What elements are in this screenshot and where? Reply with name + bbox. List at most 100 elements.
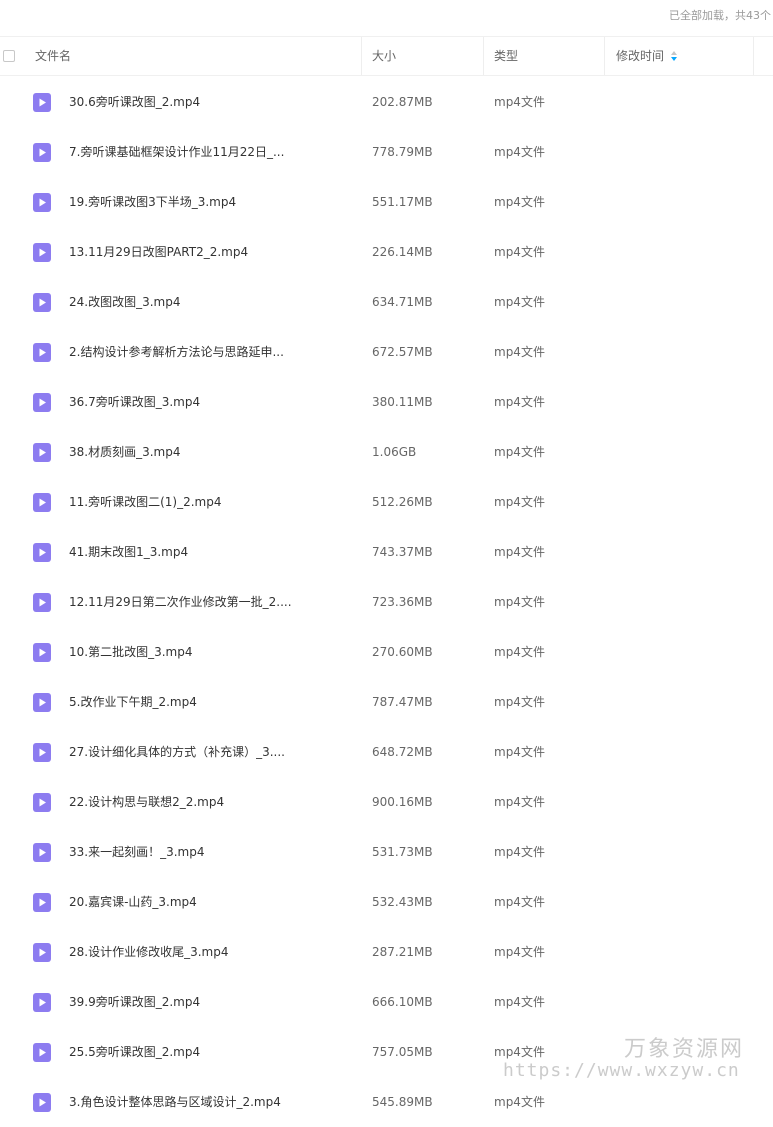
- file-size: 672.57MB: [372, 345, 433, 359]
- table-row[interactable]: 10.第二批改图_3.mp4 270.60MB mp4文件: [0, 627, 773, 677]
- file-type: mp4文件: [494, 195, 545, 209]
- video-file-icon: [33, 443, 51, 462]
- file-name[interactable]: 36.7旁听课改图_3.mp4: [69, 377, 200, 427]
- table-row[interactable]: 19.旁听课改图3下半场_3.mp4 551.17MB mp4文件: [0, 177, 773, 227]
- file-size: 743.37MB: [372, 545, 433, 559]
- column-name-label: 文件名: [35, 49, 72, 63]
- file-name[interactable]: 11.旁听课改图二(1)_2.mp4: [69, 477, 221, 527]
- load-status: 已全部加载，共43个: [669, 9, 771, 22]
- file-size: 202.87MB: [372, 95, 433, 109]
- video-file-icon: [33, 1043, 51, 1062]
- file-type: mp4文件: [494, 445, 545, 459]
- file-name[interactable]: 13.11月29日改图PART2_2.mp4: [69, 227, 248, 277]
- file-name[interactable]: 25.5旁听课改图_2.mp4: [69, 1027, 200, 1077]
- table-row[interactable]: 36.7旁听课改图_3.mp4 380.11MB mp4文件: [0, 377, 773, 427]
- file-type: mp4文件: [494, 145, 545, 159]
- table-row[interactable]: 2.结构设计参考解析方法论与思路延申... 672.57MB mp4文件: [0, 327, 773, 377]
- table-row[interactable]: 38.材质刻画_3.mp4 1.06GB mp4文件: [0, 427, 773, 477]
- video-file-icon: [33, 943, 51, 962]
- file-name[interactable]: 3.角色设计整体思路与区域设计_2.mp4: [69, 1077, 281, 1127]
- file-name[interactable]: 39.9旁听课改图_2.mp4: [69, 977, 200, 1027]
- file-name[interactable]: 20.嘉宾课-山药_3.mp4: [69, 877, 197, 927]
- table-row[interactable]: 5.改作业下午期_2.mp4 787.47MB mp4文件: [0, 677, 773, 727]
- table-row[interactable]: 33.来一起刻画！_3.mp4 531.73MB mp4文件: [0, 827, 773, 877]
- file-size: 648.72MB: [372, 745, 433, 759]
- table-row[interactable]: 39.9旁听课改图_2.mp4 666.10MB mp4文件: [0, 977, 773, 1027]
- file-type: mp4文件: [494, 295, 545, 309]
- file-name[interactable]: 28.设计作业修改收尾_3.mp4: [69, 927, 228, 977]
- video-file-icon: [33, 693, 51, 712]
- file-type: mp4文件: [494, 845, 545, 859]
- table-row[interactable]: 20.嘉宾课-山药_3.mp4 532.43MB mp4文件: [0, 877, 773, 927]
- table-row[interactable]: 24.改图改图_3.mp4 634.71MB mp4文件: [0, 277, 773, 327]
- file-name[interactable]: 5.改作业下午期_2.mp4: [69, 677, 197, 727]
- video-file-icon: [33, 543, 51, 562]
- file-size: 634.71MB: [372, 295, 433, 309]
- file-name[interactable]: 38.材质刻画_3.mp4: [69, 427, 180, 477]
- video-file-icon: [33, 93, 51, 112]
- column-size-label: 大小: [372, 49, 397, 63]
- video-file-icon: [33, 593, 51, 612]
- video-file-icon: [33, 343, 51, 362]
- file-type: mp4文件: [494, 395, 545, 409]
- file-name[interactable]: 33.来一起刻画！_3.mp4: [69, 827, 204, 877]
- file-type: mp4文件: [494, 245, 545, 259]
- file-name[interactable]: 2.结构设计参考解析方法论与思路延申...: [69, 327, 284, 377]
- file-name[interactable]: 19.旁听课改图3下半场_3.mp4: [69, 177, 236, 227]
- table-row[interactable]: 22.设计构思与联想2_2.mp4 900.16MB mp4文件: [0, 777, 773, 827]
- file-type: mp4文件: [494, 1095, 545, 1109]
- file-name[interactable]: 22.设计构思与联想2_2.mp4: [69, 777, 224, 827]
- table-row[interactable]: 3.角色设计整体思路与区域设计_2.mp4 545.89MB mp4文件: [0, 1077, 773, 1127]
- file-name[interactable]: 12.11月29日第二次作业修改第一批_2....: [69, 577, 292, 627]
- watermark-title: 万象资源网: [624, 1037, 745, 1062]
- file-type: mp4文件: [494, 495, 545, 509]
- file-name[interactable]: 24.改图改图_3.mp4: [69, 277, 180, 327]
- video-file-icon: [33, 793, 51, 812]
- file-list-header: 文件名 大小 类型 修改时间: [0, 36, 773, 76]
- file-name[interactable]: 30.6旁听课改图_2.mp4: [69, 77, 200, 127]
- file-size: 723.36MB: [372, 595, 433, 609]
- video-file-icon: [33, 643, 51, 662]
- file-type: mp4文件: [494, 95, 545, 109]
- video-file-icon: [33, 193, 51, 212]
- file-size: 531.73MB: [372, 845, 433, 859]
- file-type: mp4文件: [494, 945, 545, 959]
- video-file-icon: [33, 843, 51, 862]
- file-type: mp4文件: [494, 695, 545, 709]
- table-row[interactable]: 11.旁听课改图二(1)_2.mp4 512.26MB mp4文件: [0, 477, 773, 527]
- file-name[interactable]: 27.设计细化具体的方式（补充课）_3....: [69, 727, 285, 777]
- table-row[interactable]: 12.11月29日第二次作业修改第一批_2.... 723.36MB mp4文件: [0, 577, 773, 627]
- file-type: mp4文件: [494, 345, 545, 359]
- table-row[interactable]: 27.设计细化具体的方式（补充课）_3.... 648.72MB mp4文件: [0, 727, 773, 777]
- column-mtime-text: 修改时间: [616, 49, 665, 63]
- video-file-icon: [33, 993, 51, 1012]
- column-type-cell[interactable]: 类型: [484, 37, 605, 75]
- file-size: 270.60MB: [372, 645, 433, 659]
- video-file-icon: [33, 243, 51, 262]
- file-type: mp4文件: [494, 545, 545, 559]
- file-size: 532.43MB: [372, 895, 433, 909]
- file-size: 512.26MB: [372, 495, 433, 509]
- file-size: 380.11MB: [372, 395, 433, 409]
- column-name-cell[interactable]: 文件名: [0, 37, 362, 75]
- table-row[interactable]: 30.6旁听课改图_2.mp4 202.87MB mp4文件: [0, 77, 773, 127]
- sort-icon[interactable]: [670, 51, 678, 61]
- table-row[interactable]: 7.旁听课基础框架设计作业11月22日_... 778.79MB mp4文件: [0, 127, 773, 177]
- video-file-icon: [33, 143, 51, 162]
- column-mtime-cell[interactable]: 修改时间: [605, 37, 754, 75]
- file-name[interactable]: 41.期末改图1_3.mp4: [69, 527, 188, 577]
- file-name[interactable]: 10.第二批改图_3.mp4: [69, 627, 192, 677]
- file-type: mp4文件: [494, 595, 545, 609]
- file-list: 30.6旁听课改图_2.mp4 202.87MB mp4文件 7.旁听课基础框架设计作…: [0, 77, 773, 1127]
- table-row[interactable]: 28.设计作业修改收尾_3.mp4 287.21MB mp4文件: [0, 927, 773, 977]
- file-type: mp4文件: [494, 795, 545, 809]
- table-row[interactable]: 13.11月29日改图PART2_2.mp4 226.14MB mp4文件: [0, 227, 773, 277]
- video-file-icon: [33, 493, 51, 512]
- column-size-cell[interactable]: 大小: [362, 37, 484, 75]
- file-size: 666.10MB: [372, 995, 433, 1009]
- file-size: 778.79MB: [372, 145, 433, 159]
- file-name[interactable]: 7.旁听课基础框架设计作业11月22日_...: [69, 127, 284, 177]
- table-row[interactable]: 41.期末改图1_3.mp4 743.37MB mp4文件: [0, 527, 773, 577]
- video-file-icon: [33, 893, 51, 912]
- file-type: mp4文件: [494, 645, 545, 659]
